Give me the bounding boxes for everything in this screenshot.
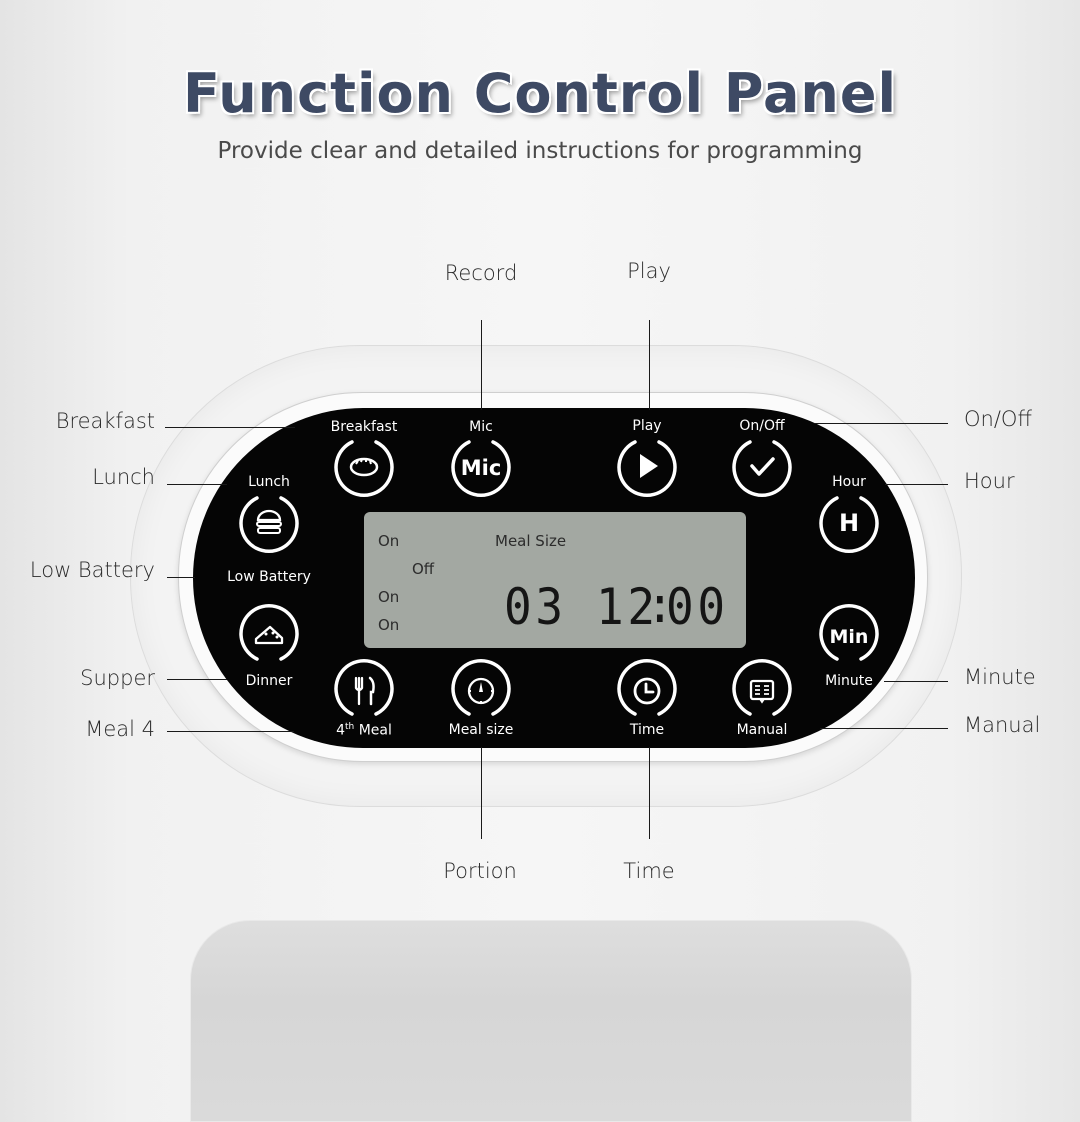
food-tray — [190, 920, 912, 1122]
lcd-time-minutes: 00 — [666, 578, 729, 636]
dinner-label: Dinner — [245, 673, 293, 689]
lunch-label: Lunch — [248, 474, 290, 490]
callout-line-breakfast — [165, 427, 295, 428]
breakfast-button[interactable] — [332, 434, 396, 498]
callout-line-play — [649, 320, 650, 410]
callout-onoff: On/Off — [964, 407, 1032, 431]
meal4-label-number: 4 — [336, 722, 346, 739]
lcd-status-off: Off — [412, 560, 435, 578]
onoff-label: On/Off — [739, 418, 785, 434]
svg-text:Mic: Mic — [461, 456, 502, 480]
cake-slice-icon — [239, 604, 299, 661]
page-subtitle: Provide clear and detailed instructions … — [217, 138, 863, 164]
callout-portion: Portion — [443, 859, 517, 883]
low-battery-indicator: Low Battery — [227, 569, 311, 585]
meal4-label: 4th Meal — [336, 722, 392, 739]
breakfast-label: Breakfast — [330, 419, 398, 435]
time-button[interactable] — [615, 658, 679, 722]
lcd-meal-size-label: Meal Size — [495, 532, 567, 550]
callout-minute: Minute — [964, 665, 1036, 689]
min-text-icon: Min — [819, 604, 879, 661]
callout-play: Play — [627, 259, 671, 283]
meal-size-button[interactable] — [449, 658, 513, 722]
mic-text-icon: Mic — [451, 440, 511, 497]
callout-hour: Hour — [964, 469, 1015, 493]
callout-manual: Manual — [964, 713, 1041, 737]
check-icon — [732, 440, 792, 497]
svg-text:H: H — [839, 509, 859, 537]
mic-button[interactable]: Mic — [449, 434, 513, 498]
callout-line-supper — [167, 679, 227, 680]
meal4-button[interactable] — [332, 658, 396, 722]
play-icon — [617, 440, 677, 497]
fork-knife-icon — [334, 659, 394, 716]
book-icon — [732, 659, 792, 716]
dinner-button[interactable] — [237, 603, 301, 667]
callout-line-meal4 — [167, 731, 294, 732]
callout-breakfast: Breakfast — [55, 409, 155, 433]
callout-line-time — [649, 747, 650, 839]
meal4-label-text: Meal — [358, 722, 392, 739]
callout-record: Record — [444, 261, 518, 285]
lcd-display: On Off On On Meal Size 03 12 : 00 — [364, 512, 746, 648]
hour-button[interactable]: H — [817, 490, 881, 554]
svg-text:Min: Min — [830, 626, 869, 648]
lcd-status-on-2: On — [378, 588, 400, 606]
manual-label: Manual — [736, 722, 788, 738]
lcd-status-on-3: On — [378, 616, 400, 634]
play-label: Play — [632, 418, 662, 434]
onoff-button[interactable] — [730, 434, 794, 498]
callout-time: Time — [623, 859, 675, 883]
hour-icon: H — [819, 496, 879, 553]
callout-line-lunch — [167, 484, 227, 485]
callout-supper: Supper — [80, 666, 155, 690]
callout-line-onoff — [815, 423, 948, 424]
lunch-button[interactable] — [237, 490, 301, 554]
callout-line-portion — [481, 747, 482, 839]
page-title: Function Control Panel — [183, 62, 897, 125]
callout-meal4: Meal 4 — [85, 717, 155, 741]
lcd-meal-size-value: 03 — [504, 578, 567, 636]
callout-low-battery: Low Battery — [29, 558, 155, 582]
dial-icon — [451, 659, 511, 716]
bread-icon — [334, 440, 394, 497]
minute-button[interactable]: Min — [817, 603, 881, 667]
meal4-label-suffix: th — [345, 722, 355, 732]
clock-icon — [617, 659, 677, 716]
time-label: Time — [629, 722, 665, 738]
lcd-status-on-1: On — [378, 532, 400, 550]
callout-lunch: Lunch — [92, 465, 155, 489]
manual-button[interactable] — [730, 658, 794, 722]
play-button[interactable] — [615, 434, 679, 498]
mic-label: Mic — [469, 419, 493, 435]
minute-label: Minute — [825, 673, 873, 689]
meal-size-label: Meal size — [448, 722, 514, 738]
hour-label: Hour — [832, 474, 866, 490]
callout-line-manual — [820, 728, 948, 729]
burger-icon — [239, 496, 299, 553]
callout-line-minute — [884, 681, 948, 682]
callout-line-record — [481, 320, 482, 410]
callout-line-low-battery — [167, 577, 195, 578]
callout-line-hour — [885, 484, 948, 485]
